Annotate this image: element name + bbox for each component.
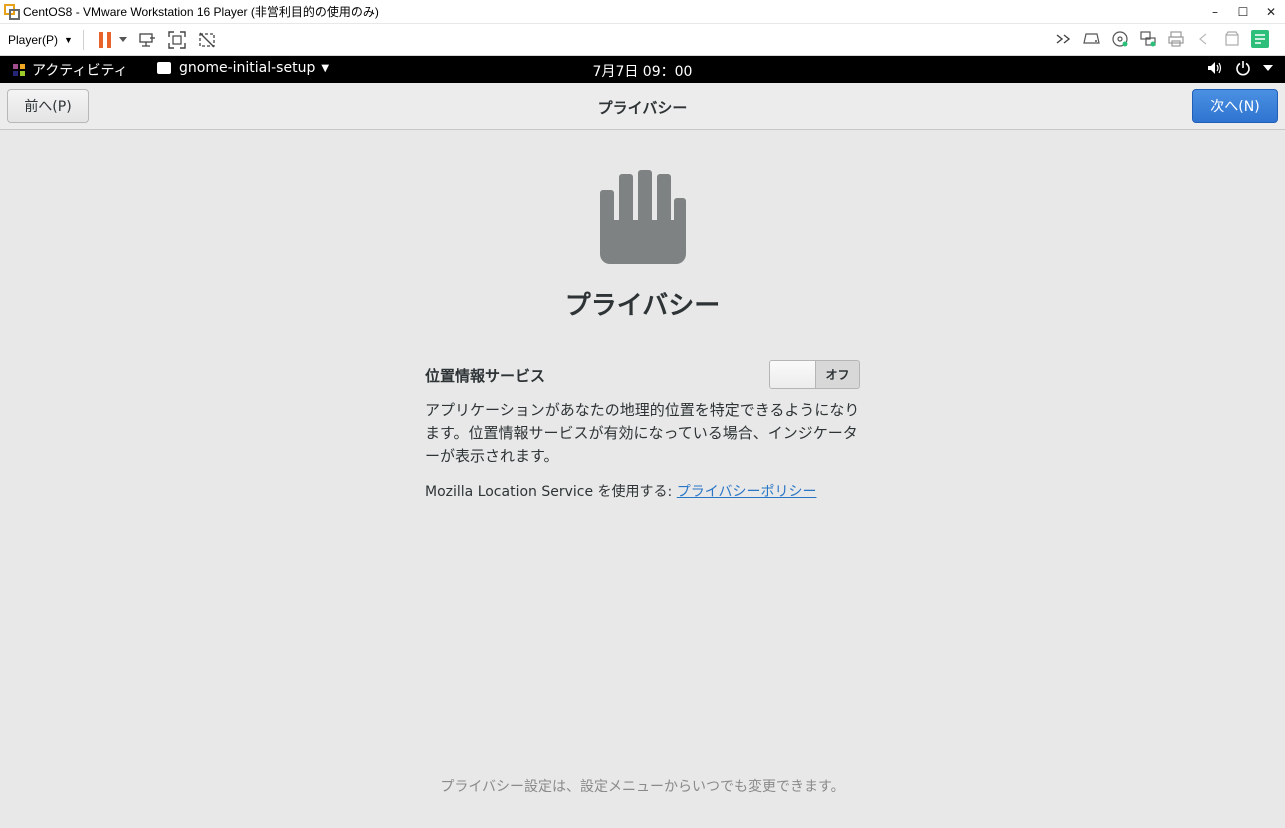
location-services-toggle[interactable]: オフ	[769, 360, 860, 389]
toggle-knob	[770, 361, 816, 388]
toggle-state-label: オフ	[825, 368, 850, 382]
sound-card-icon[interactable]	[1221, 28, 1243, 50]
page-title: プライバシー	[597, 99, 688, 117]
hand-icon	[600, 170, 686, 264]
window-titlebar: CentOS8 - VMware Workstation 16 Player (…	[0, 0, 1285, 24]
privacy-policy-link[interactable]: プライバシーポリシー	[677, 484, 817, 500]
gnome-top-bar: アクティビティ gnome-initial-setup ▼ 7月7日 09：00	[0, 56, 1285, 83]
device-icons	[1053, 28, 1277, 50]
mozilla-location-service-line: Mozilla Location Service を使用する: プライバシーポリ…	[425, 481, 816, 501]
hard-disk-icon[interactable]	[1081, 28, 1103, 50]
chevron-down-icon: ▼	[64, 34, 73, 45]
cd-dvd-icon[interactable]	[1109, 28, 1131, 50]
message-log-icon[interactable]	[1249, 28, 1271, 50]
minimize-button[interactable]: –	[1201, 0, 1229, 24]
system-menu[interactable]	[1207, 60, 1273, 76]
pause-icon[interactable]	[94, 29, 116, 51]
next-button[interactable]: 次へ(N)	[1192, 89, 1278, 123]
setup-header-bar: 前へ(P) プライバシー 次へ(N)	[0, 83, 1285, 130]
vmware-logo-icon	[4, 3, 20, 20]
power-icon	[1236, 61, 1250, 76]
chevron-down-icon	[1263, 65, 1273, 71]
send-ctrl-alt-del-icon[interactable]	[136, 29, 158, 51]
window-controls: – ☐ ✕	[1201, 0, 1285, 24]
close-button[interactable]: ✕	[1257, 0, 1285, 24]
printer-icon[interactable]	[1165, 28, 1187, 50]
privacy-page: プライバシー 位置情報サービス オフ アプリケーションがあなたの地理的位置を特定…	[0, 130, 1285, 828]
player-menu-label: Player(P)	[8, 32, 59, 47]
vmware-toolbar: Player(P) ▼	[0, 24, 1285, 56]
unity-icon[interactable]	[196, 29, 218, 51]
window-title: CentOS8 - VMware Workstation 16 Player (…	[23, 5, 379, 19]
fullscreen-icon[interactable]	[166, 29, 188, 51]
toolbar-divider	[82, 29, 84, 50]
privacy-heading: プライバシー	[564, 291, 721, 321]
maximize-button[interactable]: ☐	[1229, 0, 1257, 24]
clock[interactable]: 7月7日 09：00	[0, 61, 1285, 81]
volume-icon	[1208, 62, 1222, 74]
usb-icon[interactable]	[1193, 28, 1215, 50]
location-services-label: 位置情報サービス	[425, 367, 546, 385]
more-icon[interactable]	[1053, 28, 1075, 50]
footer-note: プライバシー設定は、設定メニューからいつでも変更できます。	[440, 779, 845, 795]
player-menu[interactable]: Player(P) ▼	[8, 33, 73, 47]
pause-dropdown-icon[interactable]	[118, 29, 128, 51]
network-icon[interactable]	[1137, 28, 1159, 50]
location-services-description: アプリケーションがあなたの地理的位置を特定できるようになります。位置情報サービス…	[425, 401, 860, 465]
mls-prefix: Mozilla Location Service を使用する:	[425, 484, 677, 500]
